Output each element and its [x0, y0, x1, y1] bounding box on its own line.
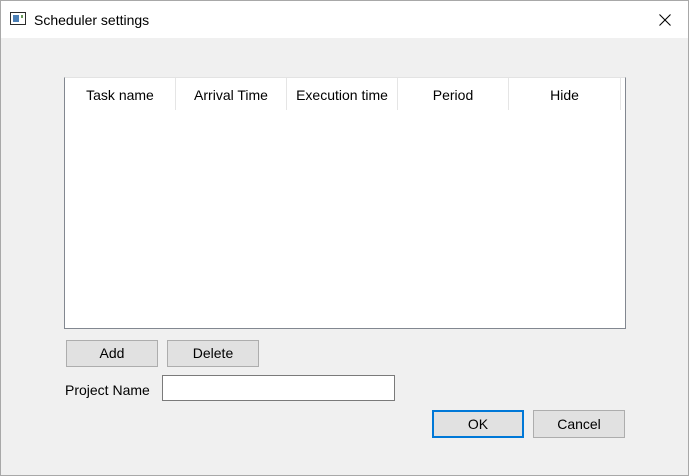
title-bar: Scheduler settings	[1, 1, 688, 38]
task-table[interactable]: Task name Arrival Time Execution time Pe…	[64, 77, 626, 329]
add-button[interactable]: Add	[66, 340, 158, 367]
project-name-label: Project Name	[65, 382, 150, 398]
app-window-icon	[10, 12, 26, 25]
column-header-period[interactable]: Period	[398, 78, 509, 110]
table-header: Task name Arrival Time Execution time Pe…	[65, 78, 621, 110]
column-header-execution-time[interactable]: Execution time	[287, 78, 398, 110]
column-header-hide[interactable]: Hide	[509, 78, 621, 110]
close-icon	[659, 14, 671, 26]
scheduler-settings-window: Scheduler settings Task name Arrival Tim…	[0, 0, 689, 476]
table-body[interactable]	[65, 110, 625, 328]
close-button[interactable]	[642, 1, 688, 38]
window-title: Scheduler settings	[34, 12, 150, 28]
column-header-task-name[interactable]: Task name	[65, 78, 176, 110]
delete-button[interactable]: Delete	[167, 340, 259, 367]
cancel-button[interactable]: Cancel	[533, 410, 625, 438]
column-header-arrival-time[interactable]: Arrival Time	[176, 78, 287, 110]
project-name-input[interactable]	[162, 375, 395, 401]
ok-button[interactable]: OK	[432, 410, 524, 438]
